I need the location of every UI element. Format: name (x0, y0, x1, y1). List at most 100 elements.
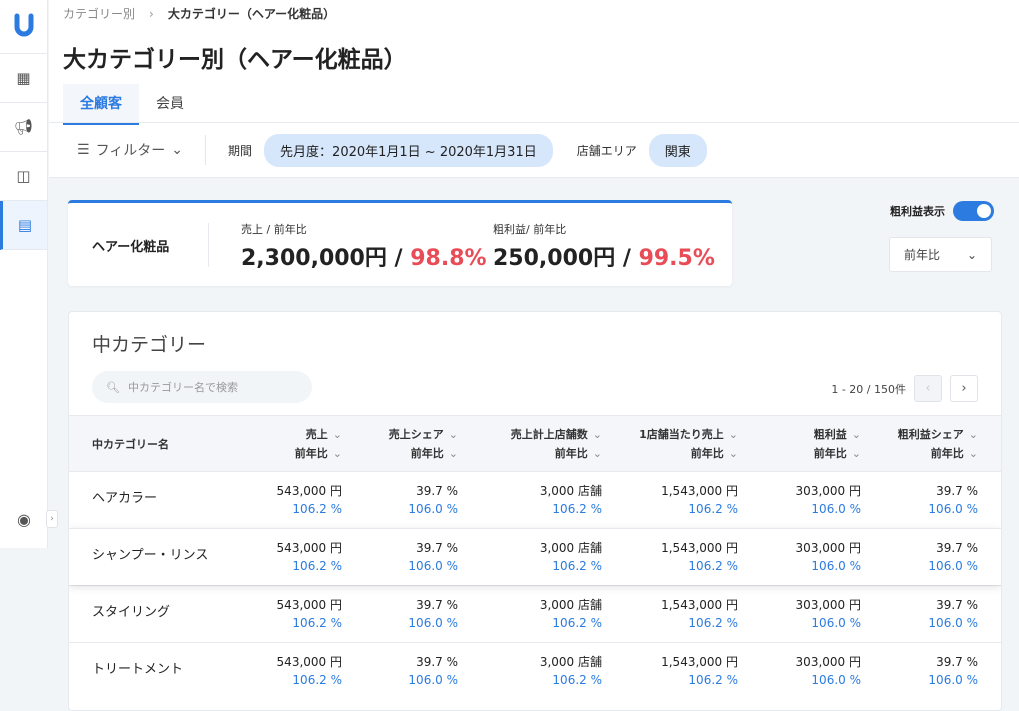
cell-value: 39.7 % (408, 539, 458, 557)
sort-chevron-icon[interactable]: ⌄ (449, 428, 458, 441)
table-cell: 1,543,000 円106.2 % (661, 653, 738, 689)
sidebar-item-dashboard[interactable]: ◫ (0, 152, 47, 201)
table-cell: 3,000 店舗106.2 % (540, 596, 602, 632)
profit-pct: 99.5% (639, 246, 715, 271)
cell-yoy: 106.2 % (661, 671, 738, 689)
table-row[interactable]: トリートメント543,000 円106.2 %39.7 %106.0 %3,00… (69, 642, 1001, 699)
sales-label: 売上 / 前年比 (241, 221, 487, 237)
sort-chevron-icon[interactable]: ⌄ (729, 428, 738, 441)
cell-yoy: 106.0 % (928, 614, 978, 632)
tab-members[interactable]: 会員 (139, 84, 201, 125)
sidebar-item-campaign[interactable]: 📢︎ (0, 103, 47, 152)
cell-value: 543,000 円 (277, 596, 342, 614)
cell-yoy: 106.0 % (408, 557, 458, 575)
page-title: 大カテゴリー別（ヘアー化粧品） (63, 40, 407, 74)
breadcrumb: カテゴリー別›大カテゴリー（ヘアー化粧品） (63, 5, 335, 22)
pagination-info: 1 - 20 / 150件 (831, 381, 906, 397)
cell-yoy: 106.0 % (796, 557, 861, 575)
column-sub-label: 前年比 (411, 447, 444, 460)
table-cell: 543,000 円106.2 % (277, 482, 342, 518)
table-header: 中カテゴリー名売上⌄前年比⌄売上シェア⌄前年比⌄売上計上店舗数⌄前年比⌄1店舗当… (69, 415, 1001, 471)
column-header[interactable]: 売上⌄前年比⌄ (295, 425, 342, 463)
cell-yoy: 106.2 % (540, 614, 602, 632)
sort-chevron-icon[interactable]: ⌄ (852, 447, 861, 460)
cell-value: 543,000 円 (277, 482, 342, 500)
prev-page-button[interactable]: ‹ (914, 375, 942, 402)
megaphone-icon: 📢︎ (14, 118, 33, 136)
compare-select-value: 前年比 (904, 246, 940, 263)
chevron-down-icon: ⌄ (967, 248, 977, 262)
cell-yoy: 106.2 % (661, 500, 738, 518)
column-sub-label: 前年比 (555, 447, 588, 460)
profit-metric: 粗利益/ 前年比 250,000円 / 99.5% (493, 221, 715, 272)
cell-yoy: 106.0 % (408, 671, 458, 689)
row-name: シャンプー・リンス (92, 547, 208, 565)
table-row[interactable]: スタイリング543,000 円106.2 %39.7 %106.0 %3,000… (69, 585, 1001, 642)
app-logo[interactable] (0, 0, 47, 54)
table-row[interactable]: シャンプー・リンス543,000 円106.2 %39.7 %106.0 %3,… (69, 528, 1001, 585)
table-cell: 303,000 円106.0 % (796, 539, 861, 575)
table-cell: 39.7 %106.0 % (408, 539, 458, 575)
sidebar-item-store[interactable]: ▦ (0, 54, 47, 103)
table-cell: 39.7 %106.0 % (928, 653, 978, 689)
table-cell: 1,543,000 円106.2 % (661, 482, 738, 518)
search-icon: 🔍︎ (106, 381, 120, 394)
cell-value: 1,543,000 円 (661, 482, 738, 500)
profit-toggle-label: 粗利益表示 (890, 203, 945, 219)
cell-value: 39.7 % (928, 653, 978, 671)
cell-yoy: 106.2 % (540, 557, 602, 575)
table-cell: 303,000 円106.0 % (796, 653, 861, 689)
sort-chevron-icon[interactable]: ⌄ (969, 428, 978, 441)
table-cell: 543,000 円106.2 % (277, 653, 342, 689)
chevron-down-icon: ⌄ (171, 142, 183, 158)
table-row[interactable]: ヘアカラー543,000 円106.2 %39.7 %106.0 %3,000 … (69, 471, 1001, 528)
row-name: トリートメント (92, 661, 183, 679)
column-header[interactable]: 1店舗当たり売上⌄前年比⌄ (639, 425, 738, 463)
search-input[interactable]: 🔍︎中カテゴリー名で検索 (92, 371, 312, 403)
sidebar-item-category[interactable]: ▤ (0, 201, 47, 250)
tab-all-customers[interactable]: 全顧客 (63, 84, 139, 125)
period-chip[interactable]: 先月度：2020年1月1日 ~ 2020年1月31日 (264, 134, 553, 167)
compare-select[interactable]: 前年比 ⌄ (889, 237, 992, 272)
sort-chevron-icon[interactable]: ⌄ (333, 447, 342, 460)
sort-chevron-icon[interactable]: ⌄ (729, 447, 738, 460)
column-header: 中カテゴリー名 (92, 435, 169, 454)
cell-yoy: 106.2 % (661, 614, 738, 632)
filter-button[interactable]: ☰フィルター⌄ (77, 140, 183, 160)
column-header[interactable]: 粗利益⌄前年比⌄ (814, 425, 861, 463)
table-cell: 1,543,000 円106.2 % (661, 596, 738, 632)
cell-yoy: 106.0 % (928, 557, 978, 575)
cell-value: 1,543,000 円 (661, 539, 738, 557)
sidebar-expand-button[interactable]: › (46, 510, 58, 528)
sort-chevron-icon[interactable]: ⌄ (333, 428, 342, 441)
table-cell: 543,000 円106.2 % (277, 539, 342, 575)
user-icon[interactable]: ◉ (0, 510, 48, 529)
profit-toggle[interactable] (953, 201, 994, 221)
table-cell: 303,000 円106.0 % (796, 482, 861, 518)
subcategory-table-card: 中カテゴリー 🔍︎中カテゴリー名で検索 1 - 20 / 150件 ‹ › 中カ… (68, 311, 1002, 711)
next-page-button[interactable]: › (950, 375, 978, 402)
column-label: 粗利益シェア (898, 428, 964, 441)
cell-yoy: 106.2 % (661, 557, 738, 575)
area-chip[interactable]: 関東 (649, 134, 707, 167)
column-label: 売上計上店舗数 (511, 428, 588, 441)
column-header[interactable]: 売上シェア⌄前年比⌄ (389, 425, 458, 463)
sort-chevron-icon[interactable]: ⌄ (969, 447, 978, 460)
column-header[interactable]: 売上計上店舗数 ⌄ 前年比 ⌄ (511, 425, 602, 463)
table-cell: 3,000 店舗106.2 % (540, 653, 602, 689)
sort-chevron-icon[interactable]: ⌄ (449, 447, 458, 460)
cell-value: 303,000 円 (796, 482, 861, 500)
cell-yoy: 106.2 % (540, 671, 602, 689)
cell-value: 543,000 円 (277, 539, 342, 557)
table-cell: 3,000 店舗106.2 % (540, 539, 602, 575)
sort-chevron-icon[interactable]: ⌄ (593, 428, 602, 441)
table-cell: 39.7 %106.0 % (928, 596, 978, 632)
cell-value: 39.7 % (408, 596, 458, 614)
sort-chevron-icon[interactable]: ⌄ (593, 447, 602, 460)
column-header[interactable]: 粗利益シェア⌄前年比⌄ (898, 425, 978, 463)
layout-icon: ◫ (16, 167, 30, 185)
breadcrumb-parent[interactable]: カテゴリー別 (63, 7, 135, 21)
sort-chevron-icon[interactable]: ⌄ (852, 428, 861, 441)
summary-category-name: ヘアー化粧品 (92, 236, 169, 255)
category-icon: ▤ (18, 216, 32, 234)
